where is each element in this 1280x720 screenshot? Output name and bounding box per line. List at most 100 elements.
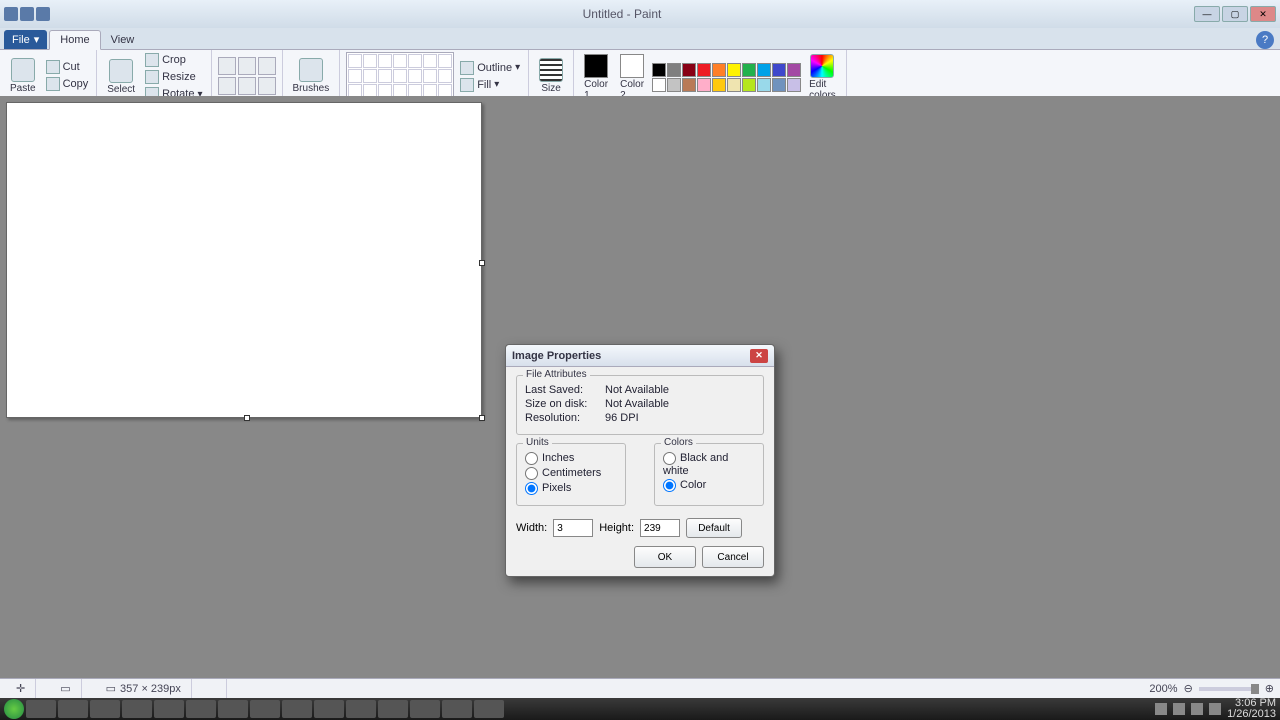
palette-swatch[interactable]: [787, 63, 801, 77]
dialog-close-button[interactable]: ✕: [750, 349, 768, 363]
height-input[interactable]: [640, 519, 680, 537]
palette-swatch[interactable]: [787, 78, 801, 92]
select-button[interactable]: Select: [103, 57, 139, 97]
palette-swatch[interactable]: [712, 63, 726, 77]
taskbar-app[interactable]: [154, 700, 184, 718]
height-label: Height:: [599, 522, 634, 534]
undo-icon[interactable]: [20, 7, 34, 21]
redo-icon[interactable]: [36, 7, 50, 21]
zoom-slider[interactable]: [1199, 687, 1259, 691]
resize-handle-mr[interactable]: [479, 260, 485, 266]
taskbar-app[interactable]: [378, 700, 408, 718]
colors-color-radio[interactable]: Color: [663, 479, 755, 492]
units-pixels-radio[interactable]: Pixels: [525, 482, 617, 495]
title-bar: Untitled - Paint — ▢ ✕: [0, 0, 1280, 28]
outline-icon: [460, 61, 474, 75]
palette-swatch[interactable]: [712, 78, 726, 92]
select-icon: [109, 59, 133, 83]
cut-icon: [46, 60, 60, 74]
color-picker-tool[interactable]: [238, 77, 256, 95]
units-inches-radio[interactable]: Inches: [525, 452, 617, 465]
shape-fill-button[interactable]: Fill ▾: [458, 77, 522, 93]
width-input[interactable]: [553, 519, 593, 537]
tray-date: 1/26/2013: [1227, 709, 1276, 720]
palette-swatch[interactable]: [727, 63, 741, 77]
color-palette: [652, 63, 801, 92]
taskbar-app[interactable]: [250, 700, 280, 718]
fill-tool[interactable]: [238, 57, 256, 75]
colors-group: Colors Black and white Color: [654, 443, 764, 506]
default-button[interactable]: Default: [686, 518, 742, 538]
tray-icon[interactable]: [1191, 703, 1203, 715]
taskbar-app[interactable]: [314, 700, 344, 718]
taskbar-app[interactable]: [474, 700, 504, 718]
tray-icon[interactable]: [1155, 703, 1167, 715]
taskbar-app[interactable]: [186, 700, 216, 718]
work-area: Image Properties ✕ File Attributes Last …: [0, 96, 1280, 698]
palette-swatch[interactable]: [757, 78, 771, 92]
minimize-button[interactable]: —: [1194, 6, 1220, 22]
ribbon-tabs: File ▾ Home View ?: [0, 28, 1280, 50]
zoom-out-button[interactable]: ⊖: [1184, 682, 1193, 695]
colors-bw-radio[interactable]: Black and white: [663, 452, 755, 477]
palette-swatch[interactable]: [697, 63, 711, 77]
taskbar-app[interactable]: [410, 700, 440, 718]
text-tool[interactable]: [258, 57, 276, 75]
palette-swatch[interactable]: [757, 63, 771, 77]
palette-swatch[interactable]: [652, 78, 666, 92]
copy-button[interactable]: Copy: [44, 76, 91, 92]
palette-swatch[interactable]: [727, 78, 741, 92]
taskbar: 3:06 PM 1/26/2013: [0, 698, 1280, 720]
taskbar-app[interactable]: [442, 700, 472, 718]
color1-swatch: [584, 54, 608, 78]
tab-home[interactable]: Home: [49, 30, 100, 50]
dialog-titlebar[interactable]: Image Properties ✕: [506, 345, 774, 367]
zoom-in-button[interactable]: ⊕: [1265, 682, 1274, 695]
palette-swatch[interactable]: [772, 78, 786, 92]
start-button[interactable]: [4, 699, 24, 719]
shape-outline-button[interactable]: Outline ▾: [458, 60, 522, 76]
taskbar-app[interactable]: [122, 700, 152, 718]
palette-swatch[interactable]: [697, 78, 711, 92]
ok-button[interactable]: OK: [634, 546, 696, 568]
maximize-button[interactable]: ▢: [1222, 6, 1248, 22]
palette-swatch[interactable]: [682, 63, 696, 77]
taskbar-app[interactable]: [346, 700, 376, 718]
units-centimeters-radio[interactable]: Centimeters: [525, 467, 617, 480]
taskbar-app[interactable]: [58, 700, 88, 718]
save-icon[interactable]: [4, 7, 18, 21]
palette-swatch[interactable]: [742, 63, 756, 77]
crop-button[interactable]: Crop: [143, 52, 204, 68]
width-label: Width:: [516, 522, 547, 534]
paste-button[interactable]: Paste: [6, 56, 40, 96]
cancel-button[interactable]: Cancel: [702, 546, 764, 568]
magnifier-tool[interactable]: [258, 77, 276, 95]
resize-handle-bm[interactable]: [244, 415, 250, 421]
resize-button[interactable]: Resize: [143, 69, 204, 85]
palette-swatch[interactable]: [652, 63, 666, 77]
copy-icon: [46, 77, 60, 91]
taskbar-app[interactable]: [90, 700, 120, 718]
tab-view[interactable]: View: [101, 31, 145, 49]
size-button[interactable]: Size: [535, 56, 567, 96]
file-menu-button[interactable]: File ▾: [4, 30, 47, 49]
canvas[interactable]: [6, 102, 482, 418]
taskbar-app[interactable]: [26, 700, 56, 718]
taskbar-app[interactable]: [282, 700, 312, 718]
shapes-gallery[interactable]: [346, 52, 454, 100]
palette-swatch[interactable]: [667, 78, 681, 92]
close-button[interactable]: ✕: [1250, 6, 1276, 22]
palette-swatch[interactable]: [667, 63, 681, 77]
palette-swatch[interactable]: [742, 78, 756, 92]
resize-handle-br[interactable]: [479, 415, 485, 421]
tray-icon[interactable]: [1173, 703, 1185, 715]
cut-button[interactable]: Cut: [44, 59, 91, 75]
palette-swatch[interactable]: [682, 78, 696, 92]
palette-swatch[interactable]: [772, 63, 786, 77]
brushes-button[interactable]: Brushes: [289, 56, 334, 96]
help-button[interactable]: ?: [1256, 31, 1274, 49]
taskbar-app[interactable]: [218, 700, 248, 718]
eraser-tool[interactable]: [218, 77, 236, 95]
pencil-tool[interactable]: [218, 57, 236, 75]
tray-icon[interactable]: [1209, 703, 1221, 715]
